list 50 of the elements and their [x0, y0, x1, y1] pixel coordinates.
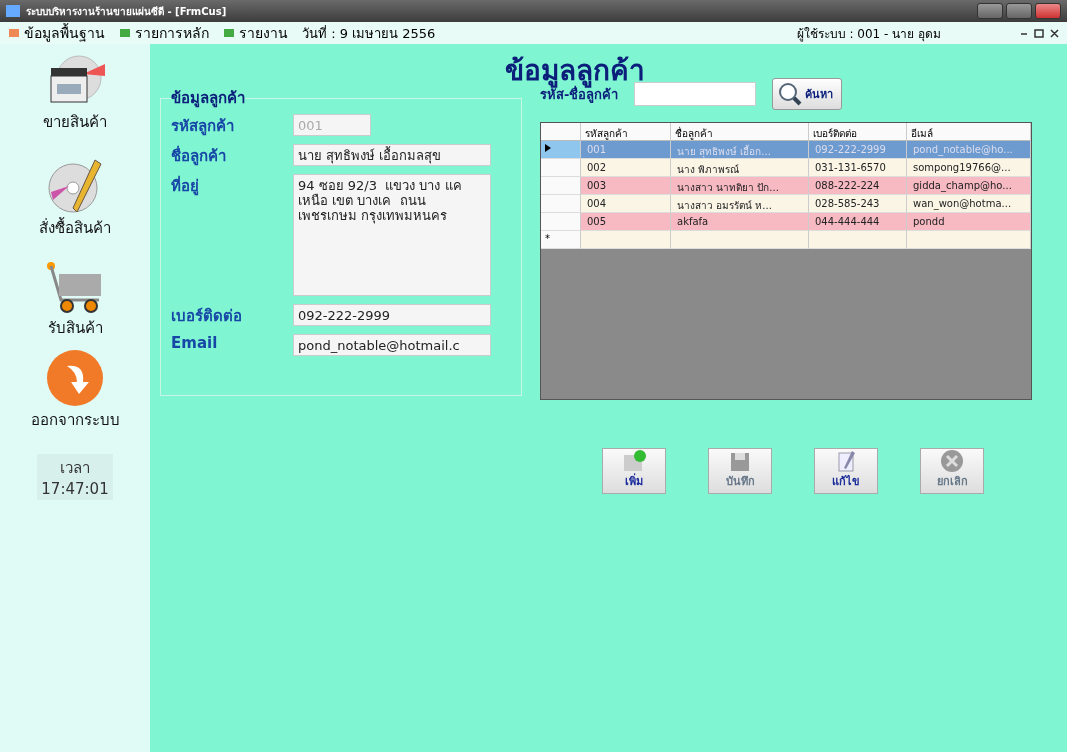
- column-header: อีเมล์: [907, 123, 1031, 141]
- header-cell: [541, 123, 581, 141]
- field-label: Email: [171, 334, 219, 352]
- date-text: วันที่ : 9 เมษายน 2556: [302, 24, 436, 43]
- mdi-controls-icon[interactable]: [1019, 28, 1059, 38]
- new-row-marker: *: [541, 231, 581, 249]
- current-row-icon: [545, 144, 551, 152]
- column-header: เบอร์ติดต่อ: [809, 123, 907, 141]
- sidebar-item[interactable]: สั่งซื้อสินค้า: [39, 216, 111, 240]
- field-label: ชื่อลูกค้า: [171, 144, 227, 168]
- input-field[interactable]: 092-222-2999: [293, 304, 491, 326]
- action-button[interactable]: เพิ่ม: [602, 448, 666, 494]
- row-header: [541, 195, 581, 213]
- cancel-circle-icon: [938, 449, 966, 472]
- row-header: [541, 159, 581, 177]
- field-label: รหัสลูกค้า: [171, 116, 235, 138]
- search-icon: [777, 81, 804, 107]
- search-button[interactable]: ค้นหา: [772, 78, 843, 110]
- menu-icon: [223, 27, 235, 39]
- time-label: เวลา: [60, 458, 90, 479]
- menu-item[interactable]: รายงาน: [223, 22, 288, 44]
- field-label: เบอร์ติดต่อ: [171, 306, 243, 327]
- sidebar-item[interactable]: ขายสินค้า: [43, 110, 107, 134]
- table-row[interactable]: 003 นางสาว นาทติยา ปัก... 088-222-224 gidda_champ@ho...: [541, 177, 1031, 195]
- action-button[interactable]: แก้ไข: [814, 448, 878, 494]
- input-field[interactable]: pond_notable@hotmail.c: [293, 334, 491, 356]
- table-row[interactable]: 005 akfafa 044-444-444 pondd: [541, 213, 1031, 231]
- time-text: 17:47:01: [41, 480, 109, 498]
- menu-icon: [119, 27, 131, 39]
- table-row[interactable]: 002 นาง พิภาพรณ์ 031-131-6570 sompong19766@...: [541, 159, 1031, 177]
- address-field[interactable]: 94 ซอย 92/3 แขวง บาง แคเหนือ เขต บางเค ถนน เพชรเกษม กรุงเทพมหนคร: [293, 174, 491, 296]
- sidebar-item[interactable]: รับสินค้า: [47, 316, 103, 340]
- field-label: ที่อยู่: [171, 174, 200, 198]
- row-header: [541, 177, 581, 195]
- column-header: ชื่อลูกค้า: [671, 123, 809, 141]
- close-button[interactable]: [1035, 3, 1061, 19]
- app-icon: [6, 5, 20, 17]
- maximize-button[interactable]: [1006, 3, 1032, 19]
- minimize-button[interactable]: [977, 3, 1003, 19]
- column-header: รหัสลูกค้า: [581, 123, 671, 141]
- menu-item[interactable]: รายการหลัก: [119, 22, 209, 44]
- row-header: [541, 213, 581, 231]
- input-field[interactable]: นาย สุทธิพงษ์ เอื้อกมลสุข: [293, 144, 491, 166]
- menu-item[interactable]: ข้อมูลพื้นฐาน: [8, 22, 105, 44]
- group-title: ข้อมูลลูกค้า: [171, 88, 245, 110]
- menu-icon: [8, 27, 20, 39]
- window-title: ระบบบริหารงานร้านขายแผ่นซีดี - [FrmCus]: [26, 4, 227, 19]
- table-row[interactable]: 004 นางสาว อมรรัตน์ ห... 028-585-243 wan_won@hotma...: [541, 195, 1031, 213]
- sidebar-item[interactable]: ออกจากระบบ: [30, 408, 120, 432]
- user-text: ผู้ใช้ระบบ : 001 - นาย อุดม: [796, 25, 941, 43]
